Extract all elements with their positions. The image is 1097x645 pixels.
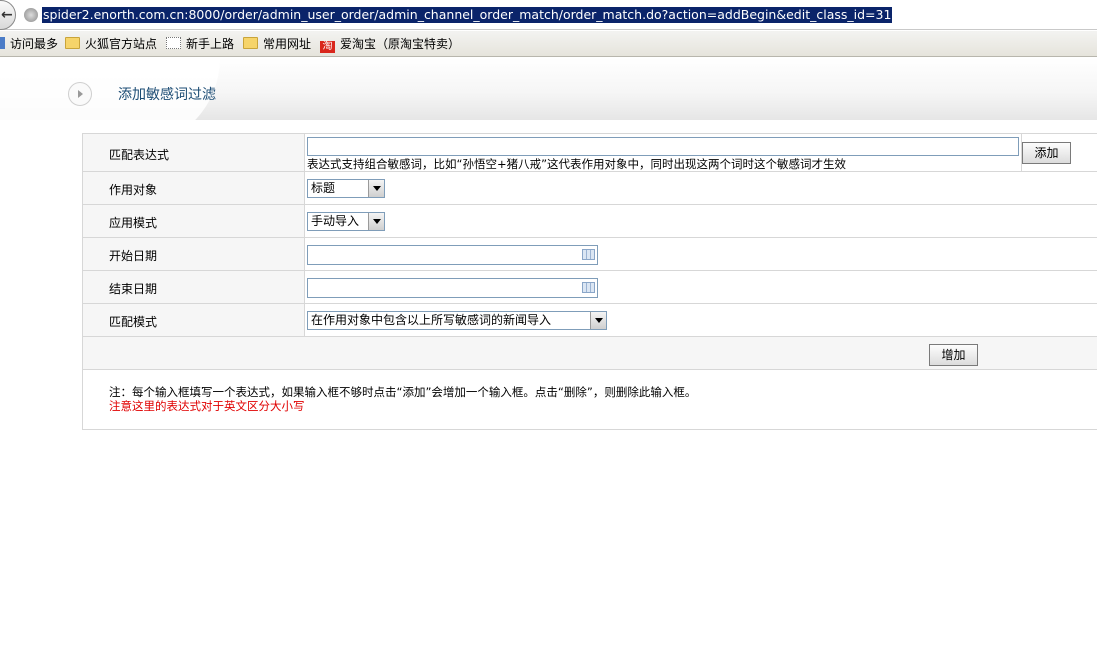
match-mode-label: 匹配模式 xyxy=(109,315,158,329)
chevron-down-icon[interactable] xyxy=(590,312,606,329)
match-mode-selected-value: 在作用对象中包含以上所写敏感词的新闻导入 xyxy=(311,313,552,327)
notes-row: 注：每个输入框填写一个表达式，如果输入框不够时点击“添加”会增加一个输入框。点击… xyxy=(83,370,1097,430)
play-arrow-icon xyxy=(68,82,92,106)
filter-form: 匹配表达式 表达式支持组合敏感词，比如“孙悟空+猪八戒”这代表作用对象中，同时出… xyxy=(82,133,1097,430)
start-date-label: 开始日期 xyxy=(109,249,158,263)
start-date-field[interactable] xyxy=(307,245,598,265)
bookmark-most-visited[interactable]: 访问最多 xyxy=(0,36,58,52)
mode-row: 应用模式 手动导入 xyxy=(83,205,1097,238)
calendar-icon[interactable] xyxy=(582,249,595,260)
expression-row: 匹配表达式 表达式支持组合敏感词，比如“孙悟空+猪八戒”这代表作用对象中，同时出… xyxy=(83,134,1097,172)
expression-label: 匹配表达式 xyxy=(109,148,170,162)
page-title: 添加敏感词过滤 xyxy=(118,87,216,103)
bookmarks-toolbar: 访问最多 火狐官方站点 新手上路 常用网址 淘爱淘宝（原淘宝特卖） xyxy=(0,31,1097,57)
folder-icon xyxy=(243,37,258,49)
taobao-icon: 淘 xyxy=(320,41,335,53)
back-arrow-icon: ← xyxy=(1,7,13,23)
submit-button[interactable]: 增加 xyxy=(929,344,978,366)
target-label: 作用对象 xyxy=(109,183,158,197)
case-sensitivity-warning: 注意这里的表达式对于英文区分大小写 xyxy=(109,399,305,413)
end-date-field[interactable] xyxy=(307,278,598,298)
start-date-row: 开始日期 xyxy=(83,238,1097,271)
calendar-icon[interactable] xyxy=(582,282,595,293)
page-header: 添加敏感词过滤 xyxy=(0,58,1097,148)
bookmark-label: 常用网址 xyxy=(263,37,312,51)
chevron-down-icon[interactable] xyxy=(368,213,384,230)
blue-bar-icon xyxy=(0,37,5,49)
bookmark-firefox-site[interactable]: 火狐官方站点 xyxy=(65,36,157,52)
bookmark-label: 访问最多 xyxy=(10,37,59,51)
url-field[interactable]: spider2.enorth.com.cn:8000/order/admin_u… xyxy=(42,7,893,23)
bookmark-label: 爱淘宝（原淘宝特卖） xyxy=(340,37,461,51)
add-expression-button[interactable]: 添加 xyxy=(1022,142,1071,164)
page-icon xyxy=(166,37,181,49)
bookmark-getting-started[interactable]: 新手上路 xyxy=(166,36,234,52)
target-row: 作用对象 标题 xyxy=(83,172,1097,205)
end-date-row: 结束日期 xyxy=(83,271,1097,304)
back-button[interactable]: ← xyxy=(0,0,16,30)
bookmark-label: 新手上路 xyxy=(186,37,235,51)
expression-input[interactable] xyxy=(307,137,1019,156)
bookmark-common-sites[interactable]: 常用网址 xyxy=(243,36,311,52)
site-identity-icon[interactable] xyxy=(24,8,38,22)
target-selected-value: 标题 xyxy=(311,181,336,195)
bookmark-taobao[interactable]: 淘爱淘宝（原淘宝特卖） xyxy=(320,36,461,53)
submit-row: 增加 xyxy=(83,337,1097,370)
expression-hint: 表达式支持组合敏感词，比如“孙悟空+猪八戒”这代表作用对象中，同时出现这两个词时… xyxy=(307,157,847,171)
folder-icon xyxy=(65,37,80,49)
bookmark-label: 火狐官方站点 xyxy=(85,37,158,51)
mode-select[interactable]: 手动导入 xyxy=(307,212,385,231)
mode-selected-value: 手动导入 xyxy=(311,214,360,228)
match-mode-row: 匹配模式 在作用对象中包含以上所写敏感词的新闻导入 xyxy=(83,304,1097,337)
mode-label: 应用模式 xyxy=(109,216,158,230)
target-select[interactable]: 标题 xyxy=(307,179,385,198)
chevron-down-icon[interactable] xyxy=(368,180,384,197)
start-date-input[interactable] xyxy=(307,245,598,265)
match-mode-select[interactable]: 在作用对象中包含以上所写敏感词的新闻导入 xyxy=(307,311,607,330)
end-date-input[interactable] xyxy=(307,278,598,298)
end-date-label: 结束日期 xyxy=(109,282,158,296)
address-bar: ← spider2.enorth.com.cn:8000/order/admin… xyxy=(0,0,1097,30)
